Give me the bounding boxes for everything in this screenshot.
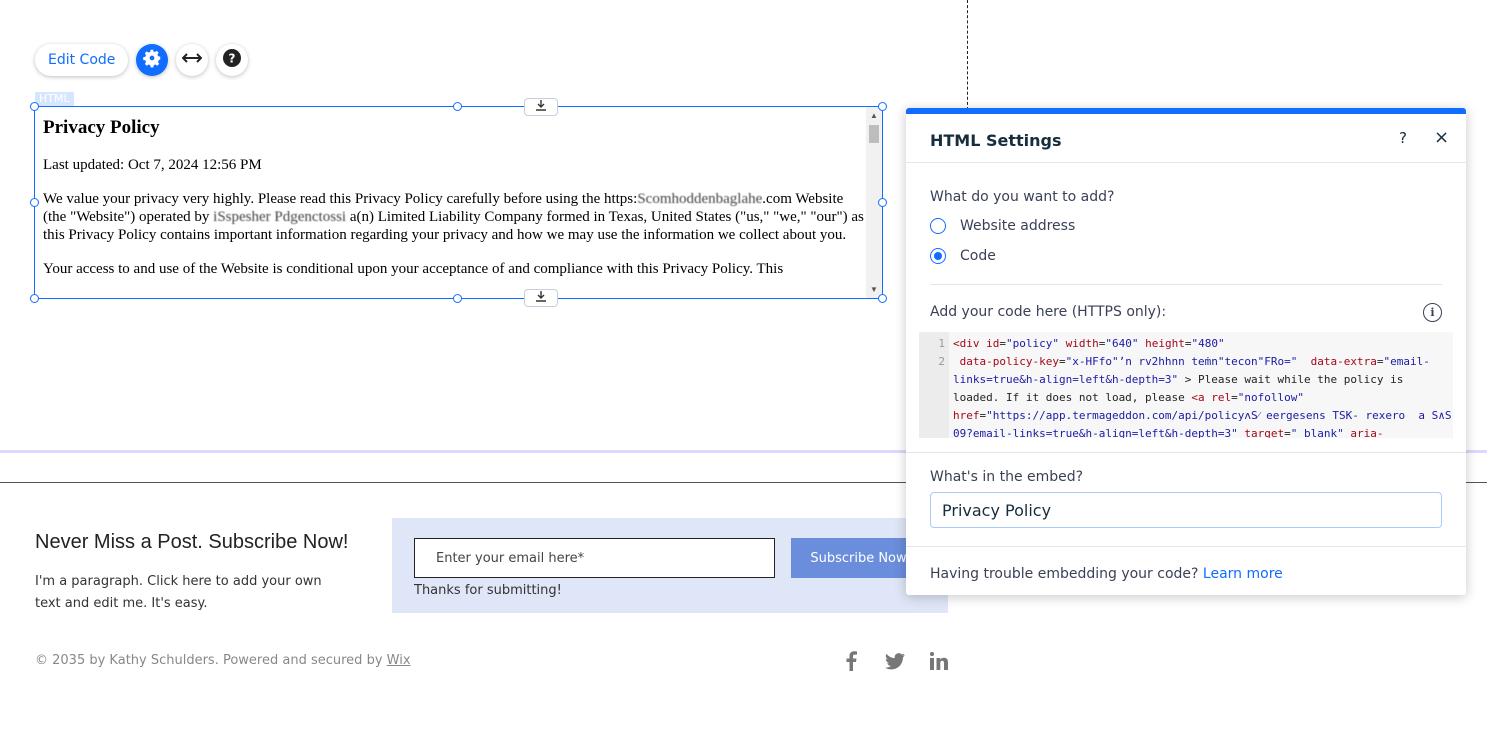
learn-more-link[interactable]: Learn more	[1203, 566, 1283, 582]
element-type-tag: HTML	[35, 92, 74, 106]
edit-code-button[interactable]: Edit Code	[35, 44, 129, 76]
download-arrow-icon	[535, 98, 547, 116]
radio-website-address[interactable]: Website address	[930, 218, 1075, 234]
close-icon[interactable]: ×	[1434, 127, 1449, 148]
code-editor[interactable]: 12 <div id="policy" width="640" height="…	[919, 332, 1453, 438]
policy-paragraph-1: We value your privacy very highly. Pleas…	[43, 191, 864, 243]
content-type-question: What do you want to add?	[930, 189, 1115, 205]
layout-guide-line	[967, 0, 968, 110]
copyright-text: © 2035 by Kathy Schulders. Powered and s…	[35, 653, 411, 668]
subscribe-title: Never Miss a Post. Subscribe Now!	[35, 531, 349, 553]
social-bar	[838, 649, 952, 673]
download-arrow-icon	[535, 289, 547, 307]
code-field-label: Add your code here (HTTPS only):	[930, 304, 1167, 320]
policy-heading: Privacy Policy	[43, 117, 160, 138]
wix-link[interactable]: Wix	[387, 653, 411, 668]
scroll-down-arrow-icon[interactable]: ▼	[870, 285, 878, 294]
resize-handle-top[interactable]	[453, 102, 462, 111]
panel-help-icon[interactable]: ?	[1399, 129, 1407, 147]
embed-content: Privacy Policy Last updated: Oct 7, 2024…	[43, 113, 865, 295]
subscribe-paragraph: I'm a paragraph. Click here to add your …	[35, 574, 322, 611]
panel-header: HTML Settings ? ×	[906, 114, 1466, 163]
radio-button[interactable]	[930, 218, 946, 234]
facebook-icon[interactable]	[838, 649, 864, 673]
resize-handle-bottom-right[interactable]	[878, 294, 887, 303]
policy-updated: Last updated: Oct 7, 2024 12:56 PM	[43, 157, 262, 173]
thanks-message: Thanks for submitting!	[414, 583, 562, 598]
divider	[906, 546, 1466, 547]
resize-handle-top-right[interactable]	[878, 102, 887, 111]
resize-handle-left[interactable]	[30, 198, 39, 207]
stretch-button[interactable]	[176, 44, 209, 76]
embed-title-input[interactable]: Privacy Policy	[930, 492, 1442, 528]
resize-handle-top-left[interactable]	[30, 102, 39, 111]
html-settings-panel: HTML Settings ? × What do you want to ad…	[906, 108, 1466, 595]
divider	[906, 452, 1466, 453]
scroll-thumb[interactable]	[869, 125, 879, 143]
panel-title: HTML Settings	[930, 131, 1062, 150]
html-embed-frame[interactable]: Privacy Policy Last updated: Oct 7, 2024…	[34, 106, 883, 299]
resize-handle-right[interactable]	[878, 198, 887, 207]
info-icon[interactable]: i	[1423, 303, 1442, 322]
question-icon: ?	[223, 48, 242, 72]
resize-handle-bottom-left[interactable]	[30, 294, 39, 303]
radio-label: Code	[960, 248, 996, 264]
top-drag-handle[interactable]	[524, 98, 558, 116]
help-button[interactable]: ?	[216, 44, 249, 76]
divider	[930, 284, 1442, 285]
settings-button[interactable]	[136, 44, 169, 76]
gear-icon	[141, 47, 163, 74]
scroll-up-arrow-icon[interactable]: ▲	[870, 111, 878, 120]
code-text: <div id="policy" width="640" height="480…	[953, 337, 1452, 438]
twitter-icon[interactable]	[882, 649, 908, 673]
radio-button-checked[interactable]	[930, 248, 946, 264]
email-input[interactable]: Enter your email here*	[414, 538, 775, 578]
policy-paragraph-2: Your access to and use of the Website is…	[43, 261, 784, 277]
horizontal-arrows-icon	[181, 51, 203, 70]
subscribe-form: Enter your email here* Subscribe Now Tha…	[392, 518, 948, 613]
radio-label: Website address	[960, 218, 1076, 234]
radio-code[interactable]: Code	[930, 248, 996, 264]
element-toolbar: Edit Code ?	[35, 44, 249, 76]
line-numbers: 12	[919, 332, 949, 438]
linkedin-icon[interactable]	[926, 649, 952, 673]
svg-text:?: ?	[229, 51, 236, 65]
bottom-drag-handle[interactable]	[524, 289, 558, 307]
help-footer: Having trouble embedding your code? Lear…	[930, 566, 1283, 582]
resize-handle-bottom[interactable]	[453, 294, 462, 303]
embed-title-label: What's in the embed?	[930, 469, 1084, 485]
